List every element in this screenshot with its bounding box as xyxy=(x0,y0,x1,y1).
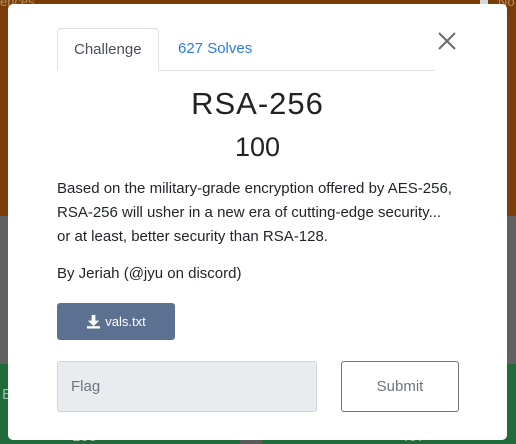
challenge-title: RSA-256 xyxy=(191,86,324,121)
close-button[interactable] xyxy=(436,30,458,52)
modal-tabs: Challenge 627 Solves xyxy=(57,28,435,71)
challenge-modal: Challenge 627 Solves RSA-256 100 Based o… xyxy=(8,4,507,440)
tab-solves[interactable]: 627 Solves xyxy=(162,28,268,70)
flag-input[interactable] xyxy=(57,361,317,412)
close-icon xyxy=(438,32,456,50)
download-icon xyxy=(87,314,101,329)
download-file-button[interactable]: vals.txt xyxy=(57,303,175,340)
challenge-description: Based on the military-grade encryption o… xyxy=(57,180,452,245)
download-file-label: vals.txt xyxy=(105,314,146,329)
tab-challenge[interactable]: Challenge xyxy=(57,28,159,71)
submit-button[interactable]: Submit xyxy=(341,361,459,412)
challenge-author: By Jeriah (@jyu on discord) xyxy=(57,265,242,282)
challenge-points: 100 xyxy=(234,132,281,162)
